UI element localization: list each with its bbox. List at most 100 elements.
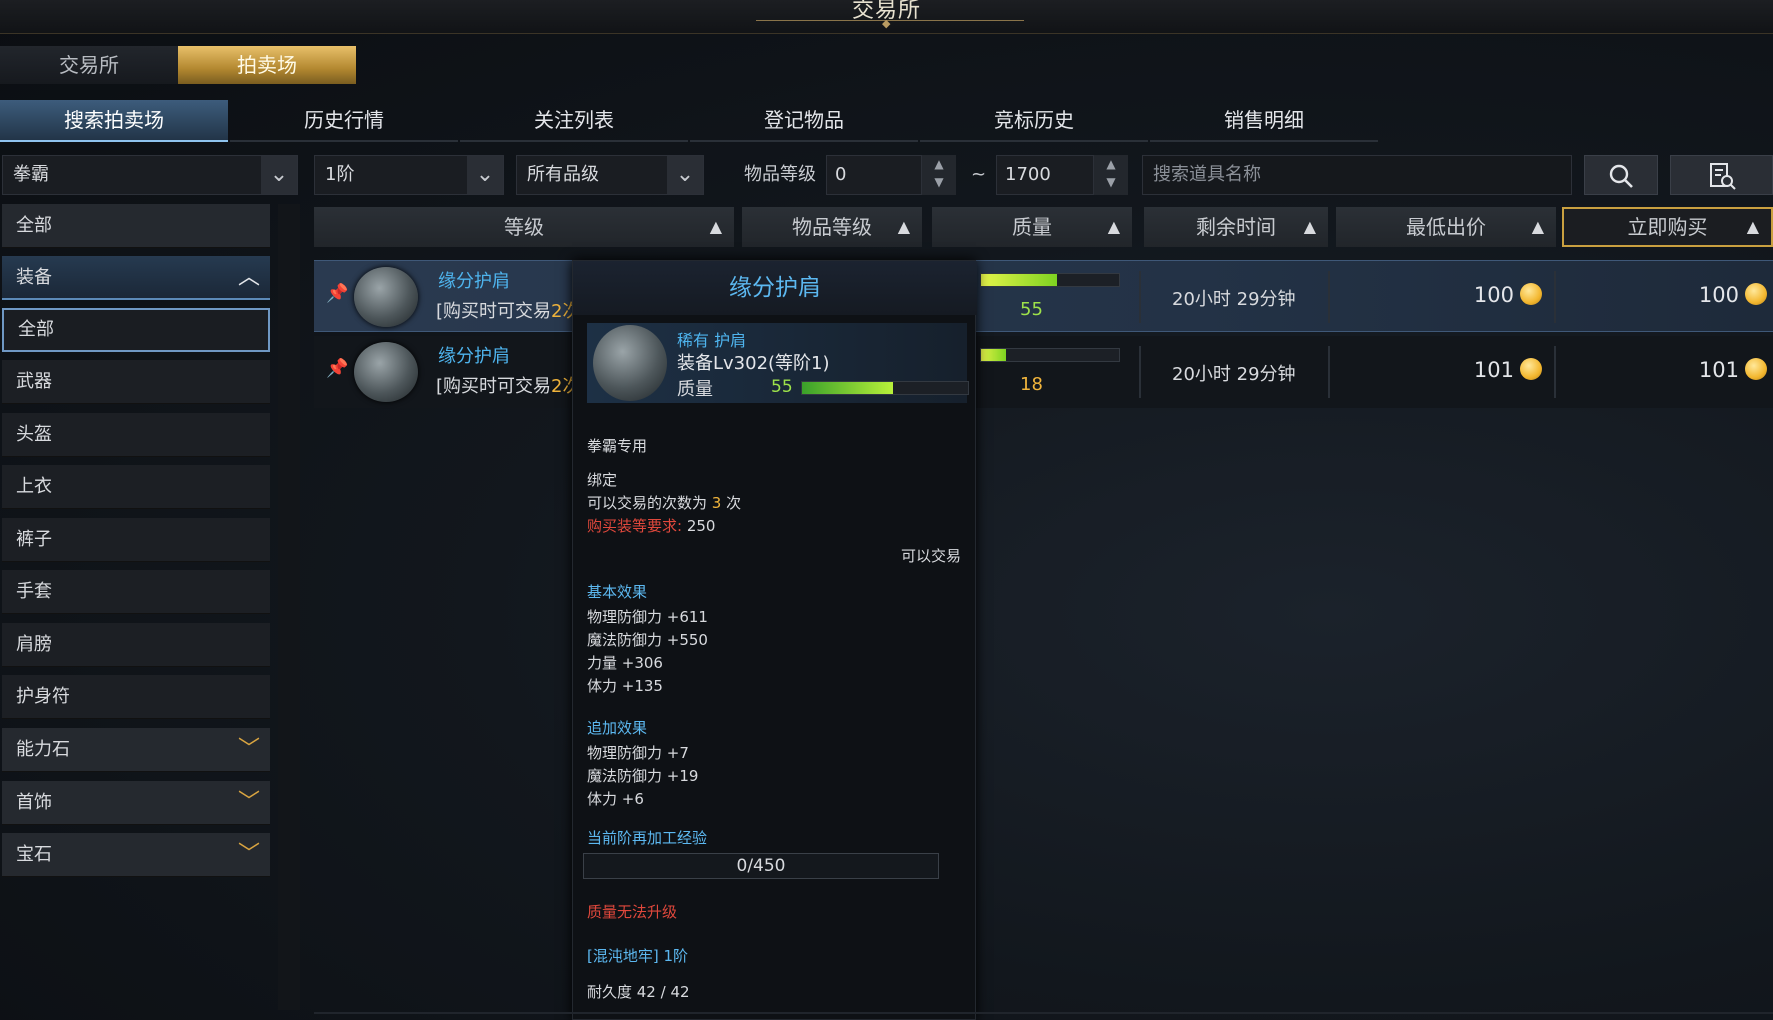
buyout-price[interactable]: 101: [1647, 358, 1767, 382]
column-header-time-left[interactable]: 剩余时间 ▲: [1144, 207, 1328, 247]
quality-bar-fill: [981, 349, 1006, 361]
tooltip-buy-req-label: 购买装等要求:: [587, 517, 683, 535]
column-divider: [1554, 346, 1556, 398]
column-header-item-level[interactable]: 物品等级 ▲: [742, 207, 922, 247]
shoulder-armor-icon: [354, 267, 418, 327]
listing-item-desc: [购买时可交易2次: [436, 297, 580, 323]
column-header-item-level-label: 物品等级: [792, 215, 872, 239]
title-bar: 交易所: [0, 0, 1773, 34]
subtab-watchlist[interactable]: 关注列表: [460, 100, 688, 142]
tooltip-trade-count-value: 3: [711, 494, 722, 512]
subtab-bid-history[interactable]: 竞标历史: [920, 100, 1148, 142]
subcategory-shoulders[interactable]: 肩膀: [2, 623, 270, 667]
subcategory-pants[interactable]: 裤子: [2, 518, 270, 562]
subcategory-gloves[interactable]: 手套: [2, 570, 270, 614]
min-bid-value: 100: [1473, 283, 1514, 307]
subtab-search-auction[interactable]: 搜索拍卖场: [0, 100, 228, 142]
column-divider: [1328, 346, 1330, 398]
tooltip-trade-count-prefix: 可以交易的次数为: [587, 494, 708, 512]
subcategory-all[interactable]: 全部: [2, 308, 270, 352]
tier-dropdown-value: 1阶: [325, 164, 355, 185]
tooltip-quality-cannot-upgrade: 质量无法升级: [587, 903, 678, 921]
column-divider: [1139, 271, 1141, 323]
title-ornament: [756, 17, 1024, 32]
tooltip-base-effect-title: 基本效果: [587, 583, 648, 601]
quality-bar: [980, 348, 1120, 362]
sort-arrow-icon: ▲: [1746, 217, 1759, 236]
category-all[interactable]: 全部: [2, 204, 270, 248]
sidebar-scrollbar[interactable]: [278, 204, 300, 1010]
item-level-min-spinner[interactable]: ▲ ▼: [922, 155, 956, 195]
column-header-min-bid[interactable]: 最低出价 ▲: [1336, 207, 1556, 247]
category-accessory[interactable]: 首饰 ﹀: [2, 781, 270, 825]
subcategory-weapon[interactable]: 武器: [2, 360, 270, 404]
column-header-level[interactable]: 等级 ▲: [314, 207, 734, 247]
tooltip-refine-exp-title: 当前阶再加工经验: [587, 829, 708, 847]
subcategory-helmet[interactable]: 头盔: [2, 413, 270, 457]
category-equipment[interactable]: 装备 ︿: [2, 256, 270, 300]
subtab-sales-details[interactable]: 销售明细: [1150, 100, 1378, 142]
listing-row[interactable]: 📌 缘分护肩 [购买时可交易2次 18 20小时 29分钟 101 101: [314, 336, 1773, 408]
tooltip-title: 缘分护肩: [573, 261, 977, 315]
chevron-down-icon: ﹀: [237, 842, 260, 867]
category-gem-label: 宝石: [16, 844, 52, 865]
item-tooltip: 缘分护肩 稀有 护肩 装备Lv302(等阶1) 质量 55 拳霸专用 绑定 可以…: [572, 260, 977, 1020]
item-level-min-input[interactable]: 0: [826, 155, 922, 195]
quality-bar: [980, 273, 1120, 287]
sub-tabs: 搜索拍卖场 历史行情 关注列表 登记物品 竞标历史 销售明细: [0, 100, 1380, 142]
subtab-register-item[interactable]: 登记物品: [690, 100, 918, 142]
category-gem[interactable]: 宝石 ﹀: [2, 833, 270, 877]
column-header-buyout[interactable]: 立即购买 ▲: [1562, 207, 1773, 247]
sort-arrow-icon: ▲: [1303, 217, 1316, 236]
tab-exchange[interactable]: 交易所: [0, 46, 178, 84]
grade-dropdown-value: 所有品级: [527, 164, 599, 185]
subcategory-amulet[interactable]: 护身符: [2, 675, 270, 719]
subtab-price-history[interactable]: 历史行情: [230, 100, 458, 142]
time-left: 20小时 29分钟: [1172, 289, 1296, 310]
gold-coin-icon: [1745, 283, 1767, 305]
subcategory-top[interactable]: 上衣: [2, 465, 270, 509]
category-accessory-label: 首饰: [16, 792, 52, 813]
gold-coin-icon: [1520, 283, 1542, 305]
filter-row: 拳霸 ⌄ 1阶 ⌄ 所有品级 ⌄ 物品等级 0 ▲ ▼ ~ 1700 ▲ ▼ 搜索道…: [0, 155, 1773, 195]
favorite-search-button[interactable]: [1670, 155, 1773, 195]
item-level-max-input[interactable]: 1700: [996, 155, 1094, 195]
buyout-value: 101: [1698, 358, 1739, 382]
quality-value: 55: [1020, 299, 1043, 320]
list-bottom-border: [314, 1012, 1773, 1014]
search-input[interactable]: 搜索道具名称: [1142, 155, 1572, 195]
class-dropdown[interactable]: 拳霸 ⌄: [2, 155, 298, 195]
listing-item-name: 缘分护肩: [438, 271, 510, 292]
buyout-value: 100: [1698, 283, 1739, 307]
time-left: 20小时 29分钟: [1172, 364, 1296, 385]
item-level-label: 物品等级: [744, 164, 816, 185]
tooltip-dungeon: [混沌地牢] 1阶: [587, 947, 689, 965]
listing-row[interactable]: 📌 缘分护肩 [购买时可交易2次 55 20小时 29分钟 100 100: [314, 260, 1773, 332]
category-ability-stone[interactable]: 能力石 ﹀: [2, 728, 270, 772]
tooltip-extra-effect: 物理防御力 +7: [587, 744, 689, 762]
tooltip-bound: 绑定: [587, 471, 618, 489]
tier-dropdown[interactable]: 1阶 ⌄: [314, 155, 504, 195]
sort-arrow-icon: ▲: [1531, 217, 1544, 236]
buyout-price[interactable]: 100: [1647, 283, 1767, 307]
tooltip-trade-count-suffix: 次: [726, 494, 742, 512]
grade-dropdown[interactable]: 所有品级 ⌄: [516, 155, 704, 195]
tooltip-buy-requirement: 购买装等要求: 250: [587, 515, 715, 536]
pin-icon[interactable]: 📌: [326, 358, 348, 379]
sort-arrow-icon: ▲: [897, 217, 910, 236]
search-button[interactable]: [1584, 155, 1658, 195]
pin-icon[interactable]: 📌: [326, 283, 348, 304]
search-icon: [1609, 164, 1633, 188]
top-tabs: 交易所 拍卖场: [0, 46, 1773, 84]
tab-auction[interactable]: 拍卖场: [178, 46, 356, 84]
tooltip-rarity: 稀有 护肩: [677, 331, 747, 350]
listing-item-desc-prefix: [购买时可交易: [436, 301, 552, 322]
chevron-down-icon: ⌄: [467, 156, 503, 194]
sort-arrow-icon: ▲: [1107, 217, 1120, 236]
category-equipment-label: 装备: [16, 267, 52, 288]
class-dropdown-value: 拳霸: [13, 164, 49, 185]
tooltip-refine-exp-bar: 0/450: [583, 853, 939, 879]
item-level-max-spinner[interactable]: ▲ ▼: [1094, 155, 1128, 195]
column-header-quality[interactable]: 质量 ▲: [932, 207, 1132, 247]
chevron-down-icon: ⌄: [261, 156, 297, 194]
